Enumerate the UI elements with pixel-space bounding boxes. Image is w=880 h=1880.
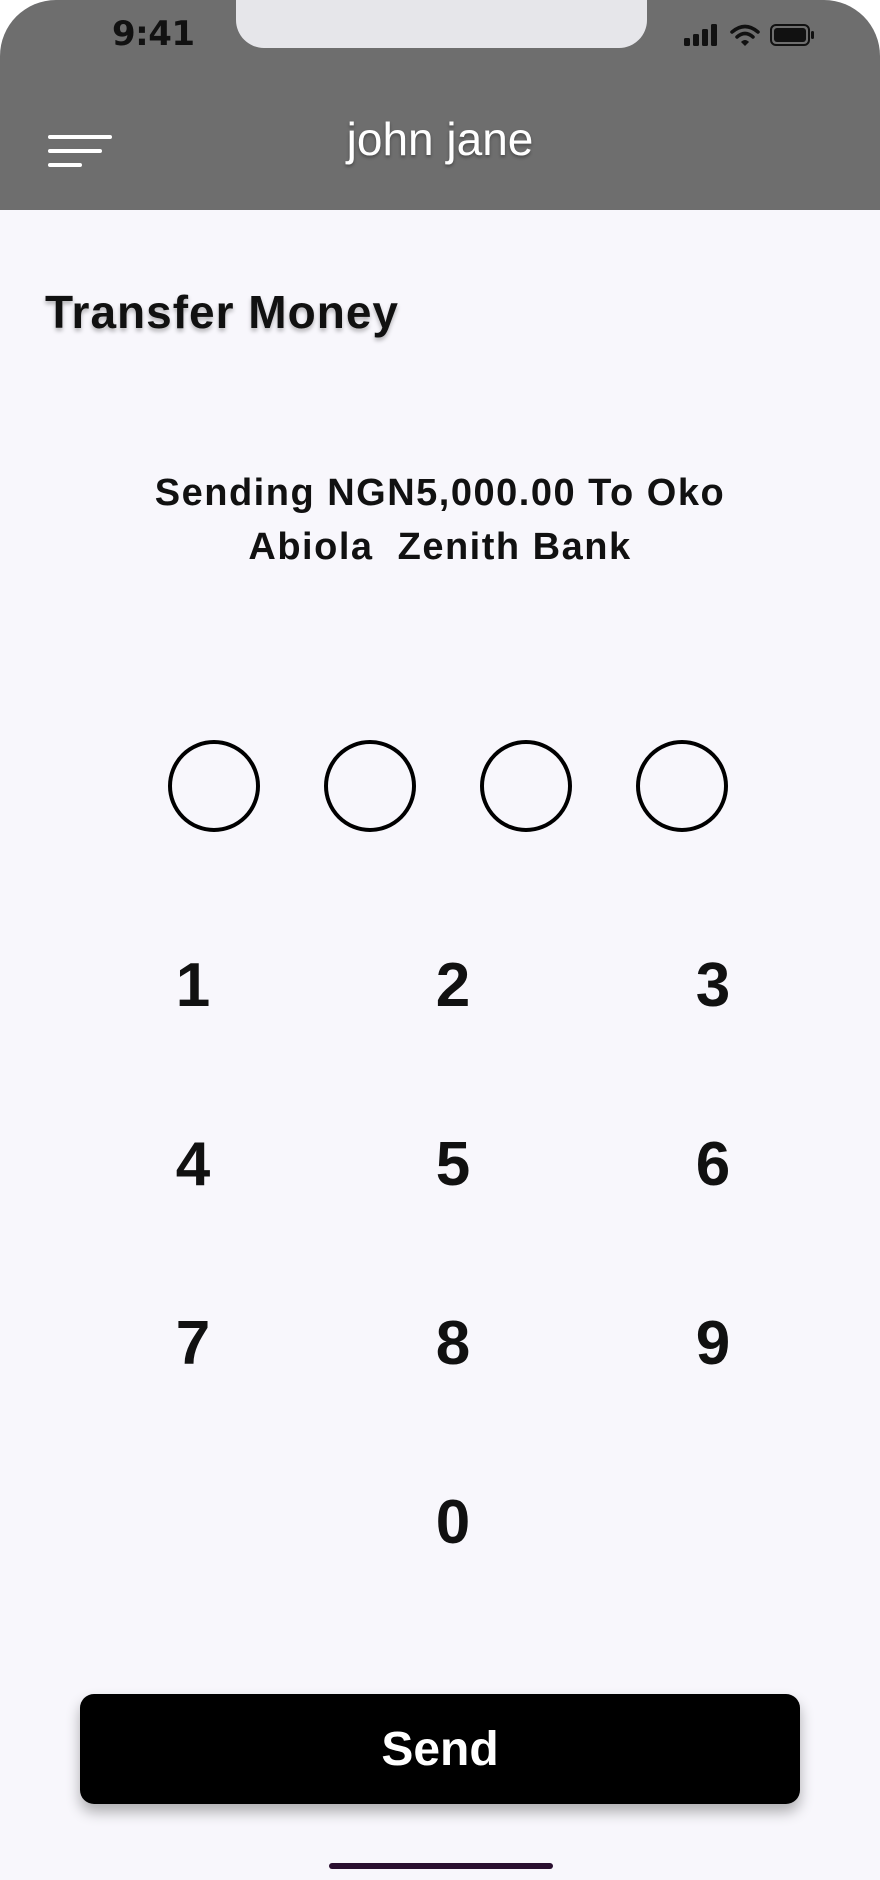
pin-dot-3: [480, 740, 572, 832]
status-time: 9:41: [112, 14, 195, 54]
wifi-icon: [730, 24, 760, 46]
phone-screen: 9:41 john jane Transfer Money Sending NG…: [0, 0, 880, 1880]
battery-icon: [770, 24, 814, 46]
status-icons: [684, 20, 816, 50]
app-header: 9:41 john jane: [0, 0, 880, 210]
pin-dot-2: [324, 740, 416, 832]
key-7[interactable]: 7: [133, 1288, 253, 1398]
device-notch: [236, 0, 647, 48]
send-button[interactable]: Send: [80, 1694, 800, 1804]
page-title: Transfer Money: [45, 286, 399, 338]
transfer-summary-line-2: Abiola Zenith Bank: [248, 526, 632, 568]
key-2[interactable]: 2: [393, 930, 513, 1040]
key-4[interactable]: 4: [133, 1109, 253, 1219]
key-9[interactable]: 9: [653, 1288, 773, 1398]
key-1[interactable]: 1: [133, 930, 253, 1040]
key-6[interactable]: 6: [653, 1109, 773, 1219]
key-0[interactable]: 0: [393, 1467, 513, 1577]
header-title: john jane: [346, 113, 534, 165]
transfer-summary: Sending NGN5,000.00 To Oko Abiola Zenith…: [100, 466, 780, 574]
pin-dot-4: [636, 740, 728, 832]
key-8[interactable]: 8: [393, 1288, 513, 1398]
pin-dot-1: [168, 740, 260, 832]
transfer-summary-line-1: Sending NGN5,000.00 To Oko: [154, 472, 726, 514]
cellular-signal-icon: [684, 24, 717, 46]
home-indicator[interactable]: [329, 1863, 553, 1869]
key-3[interactable]: 3: [653, 930, 773, 1040]
pin-indicator: [168, 740, 728, 832]
key-5[interactable]: 5: [393, 1109, 513, 1219]
